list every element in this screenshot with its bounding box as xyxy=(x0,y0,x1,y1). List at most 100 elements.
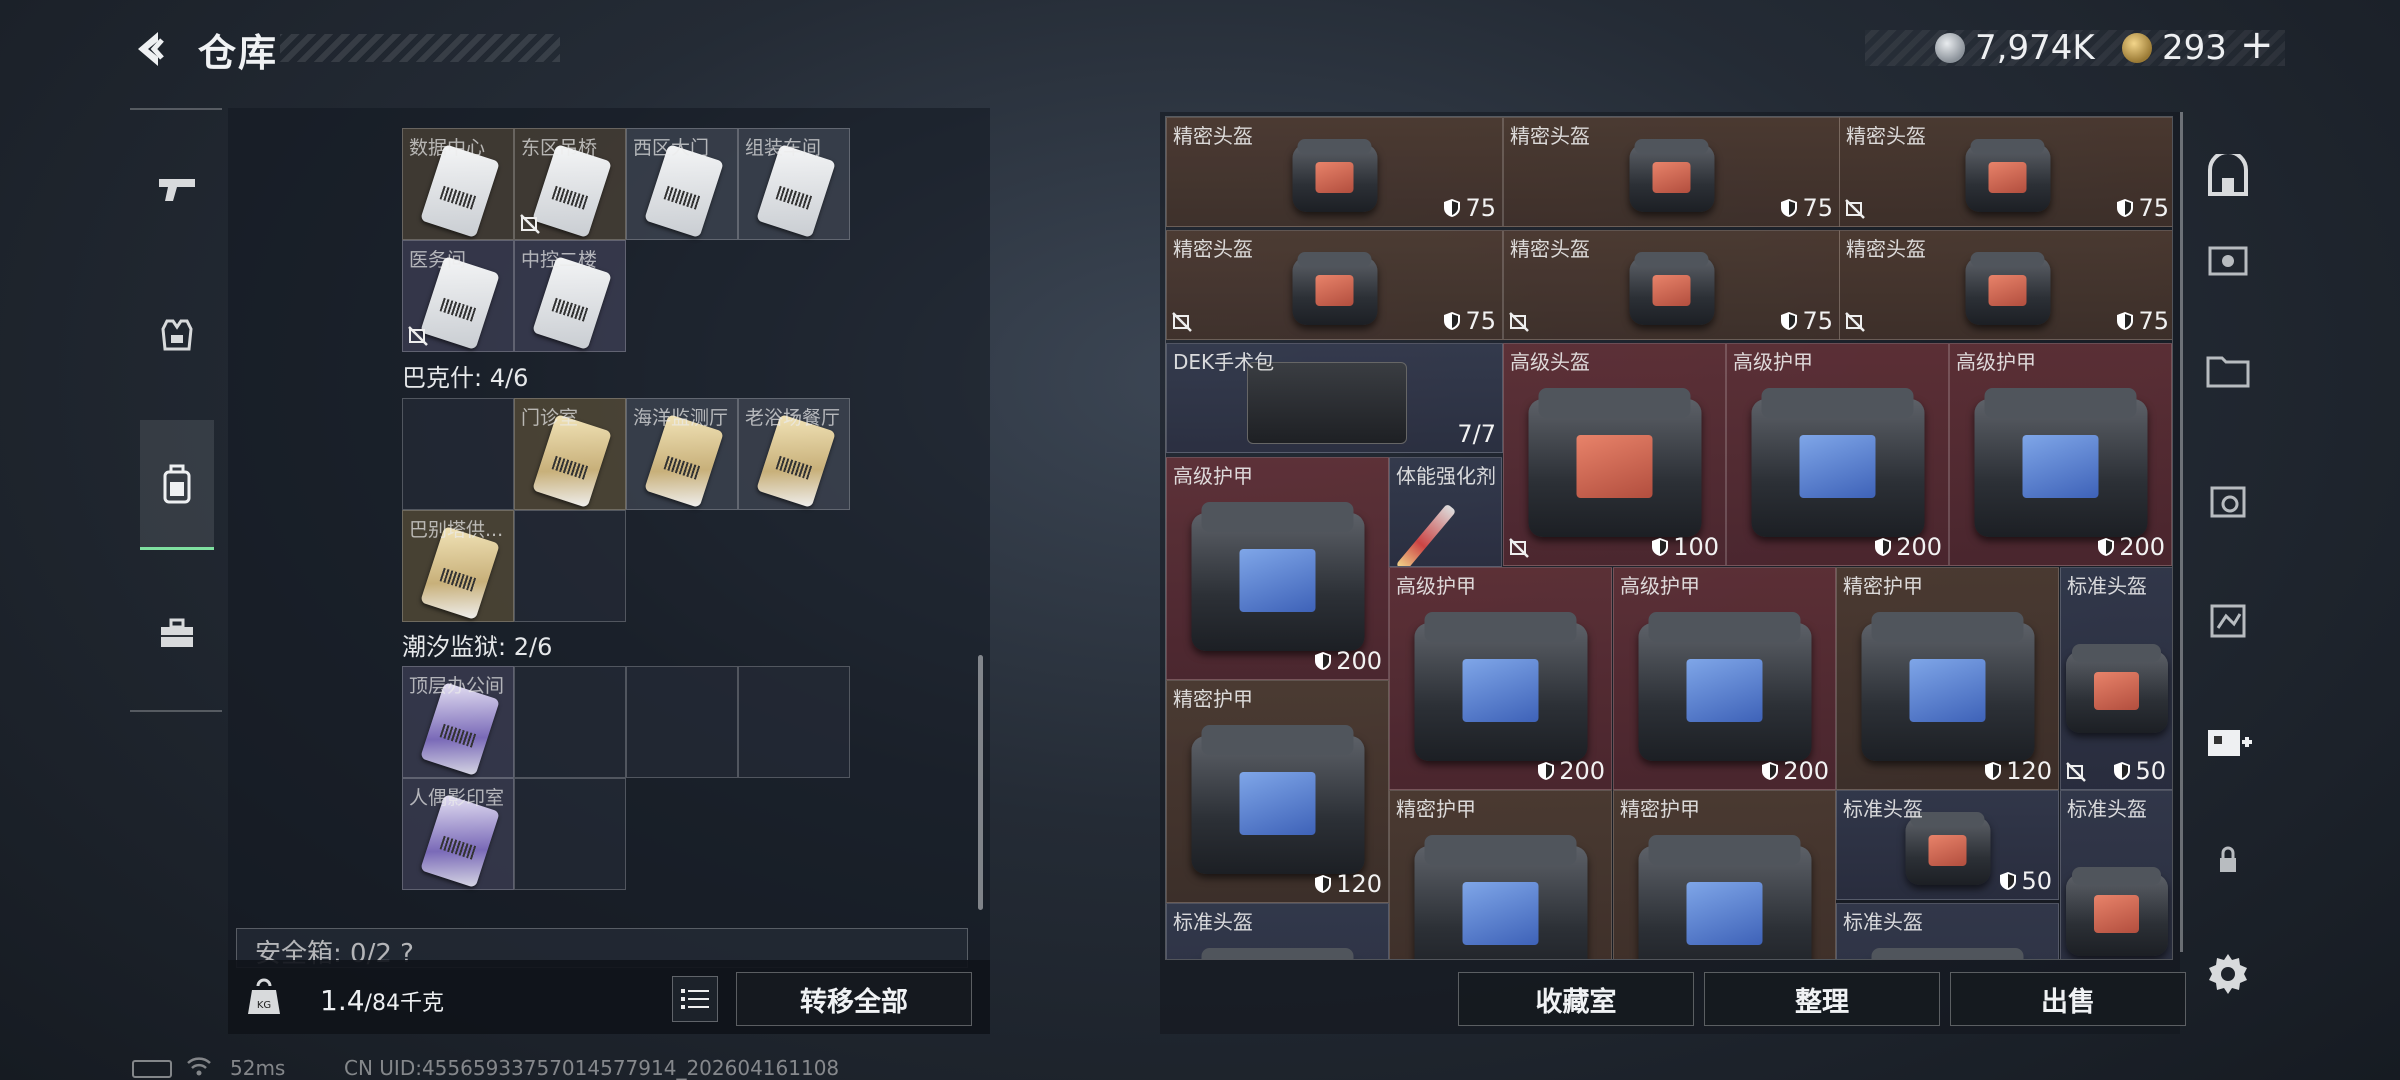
durability-shield-icon xyxy=(1315,875,1332,893)
backpack-icon xyxy=(163,464,191,503)
stash-item[interactable]: 精密头盔 75 xyxy=(1503,230,1840,340)
keycard-label: 医务间 xyxy=(409,249,467,271)
item-value: 75 xyxy=(2116,307,2169,335)
tool-case-3[interactable] xyxy=(2198,470,2258,530)
keycard-slot[interactable]: 门诊室 xyxy=(514,398,626,510)
item-value: 200 xyxy=(1874,533,1942,561)
tool-case-2[interactable] xyxy=(2198,340,2258,400)
group-title-bakshi: 巴克什: 4/6 xyxy=(402,364,529,392)
tab-weapons[interactable] xyxy=(140,146,214,232)
stash-item[interactable]: 精密头盔 75 xyxy=(1166,117,1503,227)
item-name: 精密头盔 xyxy=(1173,237,1253,261)
stash-item[interactable]: 标准头盔 50 xyxy=(2060,567,2172,790)
tab-toolbox[interactable] xyxy=(140,590,214,676)
keycard-slot[interactable]: 数据中心 xyxy=(402,128,514,240)
helmet-image xyxy=(1629,252,1714,326)
item-value-text: 120 xyxy=(2006,757,2052,785)
item-value-text: 75 xyxy=(1802,307,1833,335)
tool-lock[interactable] xyxy=(2198,830,2258,890)
item-value-text: 100 xyxy=(1673,533,1719,561)
keycard-slot[interactable]: 顶层办公间 xyxy=(402,666,514,778)
stash-item[interactable]: 标准头盔 xyxy=(2060,790,2172,959)
stash-item[interactable]: 体能强化剂 xyxy=(1389,457,1502,567)
item-value-text: 75 xyxy=(1802,194,1833,222)
case-icon xyxy=(2208,246,2248,276)
stash-item[interactable]: 高级护甲 200 xyxy=(1166,457,1389,680)
durability-shield-icon xyxy=(2098,538,2115,556)
stash-item[interactable]: 标准头盔 xyxy=(1166,903,1389,959)
tool-storage[interactable] xyxy=(2198,148,2258,208)
map-icon xyxy=(2210,604,2246,638)
stash-item[interactable]: 精密头盔 75 xyxy=(1839,117,2172,227)
empty-keycard-slot[interactable] xyxy=(738,666,850,778)
tool-case-4[interactable] xyxy=(2198,590,2258,650)
empty-keycard-slot[interactable] xyxy=(626,666,738,778)
item-value-text: 7/7 xyxy=(1457,420,1496,448)
keycard-slot[interactable]: 东区吊桥 xyxy=(514,128,626,240)
syringe-image xyxy=(1395,503,1457,566)
sort-button[interactable]: 整理 xyxy=(1704,972,1940,1026)
stash-item[interactable]: 精密护甲 xyxy=(1613,790,1836,959)
empty-keycard-slot[interactable] xyxy=(514,666,626,778)
stash-item[interactable]: 高级护甲 200 xyxy=(1389,567,1612,790)
list-view-button[interactable] xyxy=(672,976,718,1022)
keycard-scrollbar[interactable] xyxy=(978,655,983,910)
collection-room-button[interactable]: 收藏室 xyxy=(1458,972,1694,1026)
empty-keycard-slot[interactable] xyxy=(514,510,626,622)
stash-item[interactable]: 精密头盔 75 xyxy=(1839,230,2172,340)
keycard-slot[interactable]: 组装车间 xyxy=(738,128,850,240)
helmet-image xyxy=(1965,252,2050,326)
item-name: 精密护甲 xyxy=(1843,574,1923,598)
stash-item[interactable]: 高级护甲 200 xyxy=(1726,343,1949,566)
stash-item[interactable]: 标准头盔 50 xyxy=(1836,790,2059,900)
empty-keycard-slot[interactable] xyxy=(402,398,514,510)
tool-case-1[interactable] xyxy=(2198,228,2258,288)
transfer-all-button[interactable]: 转移全部 xyxy=(736,972,972,1026)
stash-item[interactable]: 标准头盔 xyxy=(1836,903,2059,959)
durability-shield-icon xyxy=(2000,872,2017,890)
stash-item[interactable]: 精密护甲 xyxy=(1389,790,1612,959)
tab-equipment[interactable] xyxy=(140,292,214,378)
keycard-slot[interactable]: 海洋监测厅 xyxy=(626,398,738,510)
unavailable-icon xyxy=(520,214,540,234)
durability-shield-icon xyxy=(1315,652,1332,670)
keycard-label: 人偶影印室 xyxy=(409,787,505,809)
item-name: 精密护甲 xyxy=(1173,687,1253,711)
stash-item[interactable]: 高级头盔 100 xyxy=(1503,343,1726,566)
helmet-image xyxy=(2065,867,2168,956)
armor-image xyxy=(1861,611,2034,761)
stash-item[interactable]: 精密头盔 75 xyxy=(1166,230,1503,340)
stash-item[interactable]: 精密护甲 120 xyxy=(1836,567,2059,790)
item-name: 高级护甲 xyxy=(1173,464,1253,488)
tab-backpack[interactable] xyxy=(140,420,214,550)
stash-item[interactable]: 高级护甲 200 xyxy=(1613,567,1836,790)
stash-item[interactable]: 高级护甲 200 xyxy=(1949,343,2172,566)
add-currency-button[interactable]: + xyxy=(2240,22,2274,68)
durability-shield-icon xyxy=(1444,312,1461,330)
keycard-slot[interactable]: 巴别塔供... xyxy=(402,510,514,622)
durability-shield-icon xyxy=(1652,538,1669,556)
weight-current: 1.4 xyxy=(320,984,365,1017)
helmet-image xyxy=(2065,644,2168,733)
stash-item[interactable]: DEK手术包 7/7 xyxy=(1166,343,1503,453)
keycard-label: 西区大门 xyxy=(633,137,710,159)
item-value: 200 xyxy=(1761,757,1829,785)
keycard-slot[interactable]: 医务间 xyxy=(402,240,514,352)
back-arrow-icon[interactable] xyxy=(128,26,174,72)
keycard-slot[interactable]: 中控二楼 xyxy=(514,240,626,352)
tool-add-case[interactable] xyxy=(2198,710,2258,770)
empty-keycard-slot[interactable] xyxy=(514,778,626,890)
sell-button[interactable]: 出售 xyxy=(1950,972,2186,1026)
weight-max: /84千克 xyxy=(364,991,444,1016)
keycard-slot[interactable]: 西区大门 xyxy=(626,128,738,240)
item-value: 75 xyxy=(2116,194,2169,222)
settings-gear-icon[interactable] xyxy=(2204,950,2252,998)
stash-item[interactable]: 精密护甲 120 xyxy=(1166,680,1389,903)
keycard-slot[interactable]: 人偶影印室 xyxy=(402,778,514,890)
item-value-text: 200 xyxy=(1896,533,1942,561)
item-value: 75 xyxy=(1780,194,1833,222)
durability-shield-icon xyxy=(1985,762,2002,780)
keycard-slot[interactable]: 老浴场餐厅 xyxy=(738,398,850,510)
durability-shield-icon xyxy=(2117,199,2134,217)
stash-item[interactable]: 精密头盔 75 xyxy=(1503,117,1840,227)
